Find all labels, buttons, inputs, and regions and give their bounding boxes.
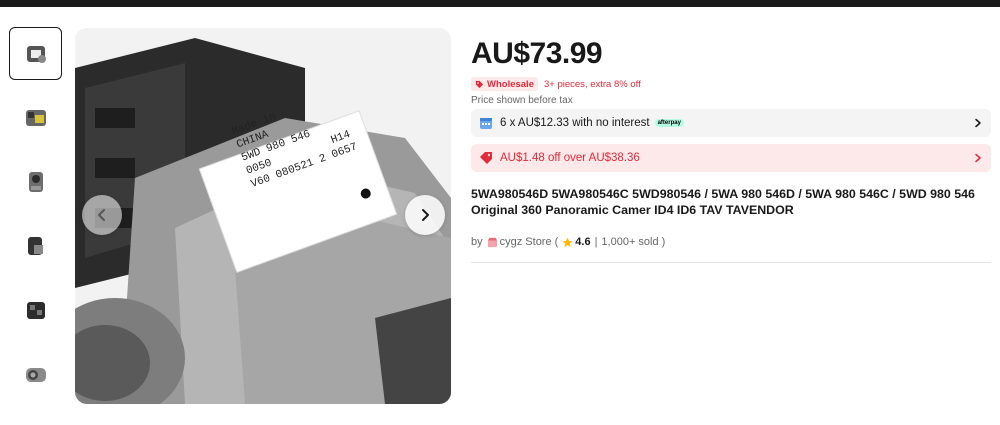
store-rating: 4.6: [575, 236, 591, 248]
chevron-left-icon: [98, 209, 105, 221]
coupon-icon: [480, 152, 492, 164]
camera-product-illustration: [75, 28, 451, 404]
chevron-right-icon: [975, 118, 981, 128]
chevron-right-icon: [422, 209, 429, 221]
thumbnail-image: [28, 171, 43, 192]
afterpay-logo: afterpay: [654, 118, 684, 127]
next-image-button[interactable]: [405, 195, 445, 235]
star-icon: [562, 237, 573, 247]
coupon-text: AU$1.48 off over AU$38.36: [500, 152, 640, 164]
thumbnail-image: [27, 236, 43, 255]
installment-row[interactable]: 6 x AU$12.33 with no interest afterpay: [471, 109, 991, 137]
tax-note: Price shown before tax: [471, 95, 573, 106]
thumbnail-2[interactable]: [9, 91, 62, 144]
sold-count: 1,000+ sold: [601, 236, 659, 248]
thumbnail-6[interactable]: [9, 347, 62, 400]
price: AU$73.99: [471, 37, 603, 70]
top-bar: [0, 0, 1000, 7]
calendar-icon: [480, 118, 492, 129]
by-label: by: [471, 236, 483, 248]
thumbnail-4[interactable]: [9, 219, 62, 272]
store-icon: [487, 237, 497, 247]
tag-icon: [475, 80, 484, 88]
price-section: AU$73.99 Wholesale 3+ pieces, extra 8% o…: [471, 36, 991, 106]
thumbnail-3[interactable]: [9, 155, 62, 208]
wholesale-badge-label: Wholesale: [487, 78, 534, 90]
wholesale-text: 3+ pieces, extra 8% off: [544, 78, 641, 90]
separator: |: [594, 236, 598, 248]
wholesale-promo: Wholesale 3+ pieces, extra 8% off: [471, 76, 991, 92]
store-info: by cygz Store ( 4.6 | 1,000+ sold ): [471, 236, 665, 248]
thumbnail-image: [25, 109, 46, 126]
open-paren: (: [554, 236, 559, 248]
store-name-link[interactable]: cygz Store: [500, 236, 552, 248]
thumbnail-1[interactable]: [9, 27, 62, 80]
installment-text: 6 x AU$12.33 with no interest: [500, 117, 650, 129]
thumbnail-5[interactable]: [9, 283, 62, 336]
thumbnail-image: [25, 367, 46, 382]
thumbnail-image: [26, 301, 45, 319]
close-paren: ): [661, 236, 666, 248]
divider: [471, 262, 991, 263]
main-product-image: Made in CHINA 5WD 980 546 0050 H14 V60 0…: [75, 28, 451, 404]
thumbnail-image: [26, 45, 46, 63]
wholesale-badge: Wholesale: [471, 77, 538, 91]
previous-image-button[interactable]: [82, 195, 122, 235]
chevron-right-icon: [975, 153, 981, 163]
product-title: 5WA980546D 5WA980546C 5WD980546 / 5WA 98…: [471, 187, 975, 217]
coupon-row[interactable]: AU$1.48 off over AU$38.36: [471, 144, 991, 172]
